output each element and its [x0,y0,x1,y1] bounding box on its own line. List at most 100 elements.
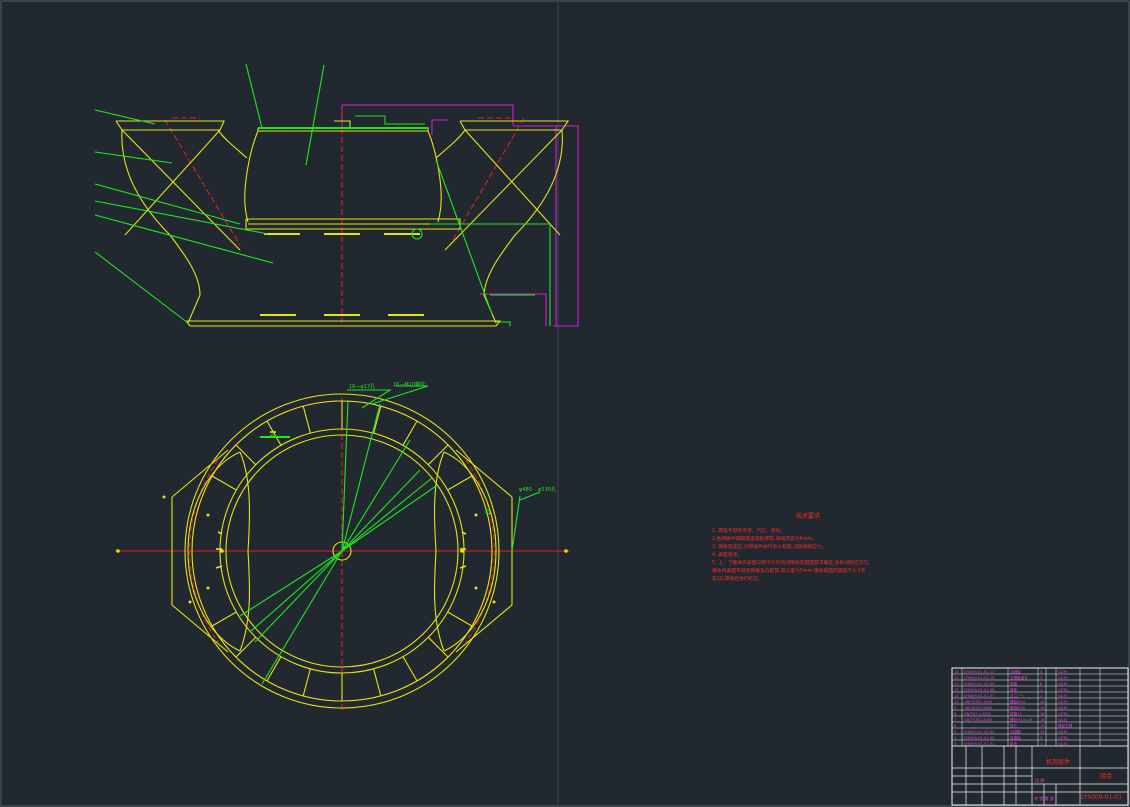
rib-9 [447,611,473,627]
parts-list: 15 LYS009-01-01-11 加强板 4 Q23514 LYS009-01-01-… [951,667,1129,747]
parts-cell: 橡胶石棉 [1058,723,1073,728]
parts-cell: 筋板 [1010,681,1018,686]
parts-cell: 8 [954,712,957,716]
rib-17 [211,611,237,627]
parts-cell: 连接板 [1010,735,1021,740]
parts-cell: LYS009-01-01-03 [964,730,994,734]
parts-cell: 14 [954,676,959,680]
parts-cell: 12 [954,688,959,692]
parts-cell: 螺栓M10 [1010,699,1026,704]
note-line: 1. 焊缝不得有夹渣、气孔、裂纹。 [712,527,785,534]
parts-cell: Q235 [1058,730,1068,734]
rib-8 [447,475,473,491]
rib-12 [373,668,382,697]
parts-cell: 16 [1040,700,1045,704]
parts-cell: 螺栓M10×25 [1010,717,1032,722]
parts-cell: 垫片 [1010,723,1018,728]
parts-cell: 螺母M10 [1010,705,1026,710]
notes-list: 1. 焊缝不得有夹渣、气孔、裂纹。2.各焊接件焊脚高度按板厚取,焊缝高度为6mm… [712,527,870,582]
rib-16 [235,636,257,658]
parts-cell: GB/T97.1-2002 [964,712,991,716]
title-block: 15 LYS009-01-01-11 加强板 4 Q23514 LYS009-01-01-… [951,667,1129,806]
leader-lines [94,63,551,326]
parts-cell: 6 [954,724,957,728]
parts-cell: 4 [1040,670,1043,674]
rib-0 [211,475,237,491]
rib-15 [266,656,282,682]
parts-cell: 加强筋 [1010,729,1021,734]
parts-cell: 24 [1040,730,1045,734]
parts-cell: 1 [1040,676,1042,680]
parts-cell: 16 [1040,712,1045,716]
parts-cell: GB/T5782-2000 [964,700,993,704]
parts-cell: Q235 [1058,688,1068,692]
parts-cell: 7 [954,718,956,722]
note-line: 2.各焊接件焊脚高度按板厚取,焊缝高度为6mm。 [712,535,817,542]
dim-top-label-2: 16—M10螺纹 [393,381,425,388]
parts-cell: 3 [954,742,956,746]
parts-cell: 1 [1040,742,1042,746]
dim-right-label-2: φ530孔 [538,486,556,493]
parts-cell: 11 [954,694,959,698]
parts-cell: 16 [1040,724,1045,728]
slots [215,431,467,569]
parts-cell: LYS009-01-01-02 [964,736,994,740]
rib-6 [402,420,418,446]
drawing-canvas: 16—φ17孔 16—M10螺纹 80— φ480 φ530孔 技术要求 1. … [0,0,1130,807]
parts-cell: Q235 [1058,706,1068,710]
parts-cell: Q235 [1058,670,1068,674]
parts-cell: GB/T5782-2000 [964,718,993,722]
plan-centerlines [115,398,570,712]
parts-cell: LYS009-01-01-01 [964,742,994,746]
parts-cell: Q235 [1058,694,1068,698]
parts-cell: 锥体 [1010,687,1018,692]
parts-cell: GB/T6170-2000 [964,706,993,710]
rib-10 [427,636,449,658]
parts-cell: Q235 [1058,700,1068,704]
parts-cell: 16 [1040,718,1045,722]
rib-11 [402,656,418,682]
scale-label: 比 例 [1035,777,1044,783]
parts-cell: 法兰(一) [1010,693,1024,698]
parts-cell: 加强板 [1010,669,1021,674]
parts-cell: 15 [954,670,959,674]
note-line: 5. 上、下锥体内表面与转子叶片的间隙按装配图要求确定,各处间隙应均匀, [712,559,870,566]
parts-cell: 4 [954,736,957,740]
parts-cell: Q235 [1058,742,1068,746]
parts-cell: 1 [1040,694,1042,698]
note-line: 4. 表面涂漆。 [712,551,742,558]
parts-cell: 2 [1040,736,1042,740]
parts-cell: Q235 [1058,736,1068,740]
parts-cell: LYS009-01-01-11 [964,670,994,674]
sheet-label: 共 张 第 张 [1034,795,1054,801]
drawing-number: LYS009-01-01 [1081,794,1122,801]
dim-right-label-1: φ480 [519,487,532,493]
parts-cell: 8 [1040,682,1043,686]
dimension-labels: 16—φ17孔 16—M10螺纹 80— φ480 φ530孔 [270,381,556,493]
parts-cell: Q235 [1058,682,1068,686]
parts-cell: 1 [1040,688,1042,692]
parts-cell: 垫圈10 [1010,711,1022,716]
rib-14 [302,668,311,697]
rib-5 [373,405,382,434]
dim-top-label-1: 16—φ17孔 [349,383,375,390]
technical-notes: 技术要求 1. 焊缝不得有夹渣、气孔、裂纹。2.各焊接件焊脚高度按板厚取,焊缝高… [712,512,870,582]
rib-3 [302,405,311,434]
parts-cell: LYS009-01-01-09 [964,682,995,686]
parts-cell: LYS009-01-01-07 [964,694,994,698]
parts-cell: 9 [954,706,957,710]
parts-cell: 10 [954,700,959,704]
plan-view [115,385,570,712]
material-cell: 组合 [1100,772,1112,780]
drawing-name: 机壳组件 [1046,758,1070,766]
note-line: 及10,焊接后进行校正。 [712,575,763,582]
parts-cell: LYS009-01-01-08 [964,688,995,692]
parts-cell: 机壳 [1010,741,1018,746]
parts-cell: Q235 [1058,712,1068,716]
parts-cell: LYS009-01-01-10 [964,676,995,680]
notes-title: 技术要求 [796,512,820,520]
note-line: 锥体内表面不得有焊瘤及凸起等,其公差为5mm,锥体表面的圆度不大于8 [712,567,865,574]
parts-cell: 5 [954,730,956,734]
parts-cell: Q235 [1058,718,1068,722]
rib-7 [427,444,449,466]
